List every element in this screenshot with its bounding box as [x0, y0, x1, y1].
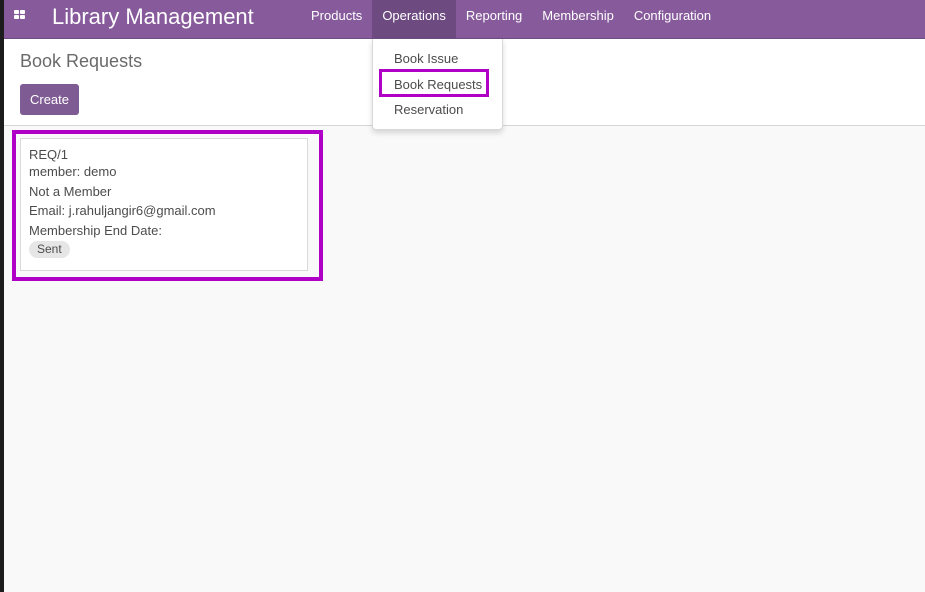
page-title: Book Requests — [20, 51, 143, 71]
status-badge: Sent — [29, 241, 70, 258]
card-member: member: demo — [29, 164, 117, 179]
window-left-edge — [0, 0, 4, 592]
dropdown-item-book-issue[interactable]: Book Issue — [394, 51, 458, 66]
card-email: Email: j.rahuljangir6@gmail.com — [29, 203, 216, 218]
create-button[interactable]: Create — [20, 84, 79, 115]
highlight-box-book-requests — [379, 69, 489, 97]
card-membership-end-date: Membership End Date: — [29, 223, 162, 238]
menu-membership[interactable]: Membership — [532, 0, 624, 38]
menu-configuration[interactable]: Configuration — [624, 0, 721, 38]
card-reference: REQ/1 — [29, 147, 69, 162]
kanban-card[interactable]: REQ/1 member: demo Not a Member Email: j… — [20, 138, 308, 271]
app-title: Library Management — [52, 4, 254, 29]
menu-reporting[interactable]: Reporting — [456, 0, 532, 38]
apps-grid-icon[interactable] — [14, 10, 26, 20]
main-menu: Products Operations Reporting Membership… — [301, 0, 721, 38]
top-navbar: Library Management Products Operations R… — [0, 0, 925, 39]
menu-operations[interactable]: Operations — [372, 0, 456, 38]
operations-dropdown: Book Issue Book Requests Reservation — [372, 39, 503, 130]
card-member-status: Not a Member — [29, 184, 112, 199]
dropdown-item-reservation[interactable]: Reservation — [394, 102, 463, 117]
menu-products[interactable]: Products — [301, 0, 372, 38]
